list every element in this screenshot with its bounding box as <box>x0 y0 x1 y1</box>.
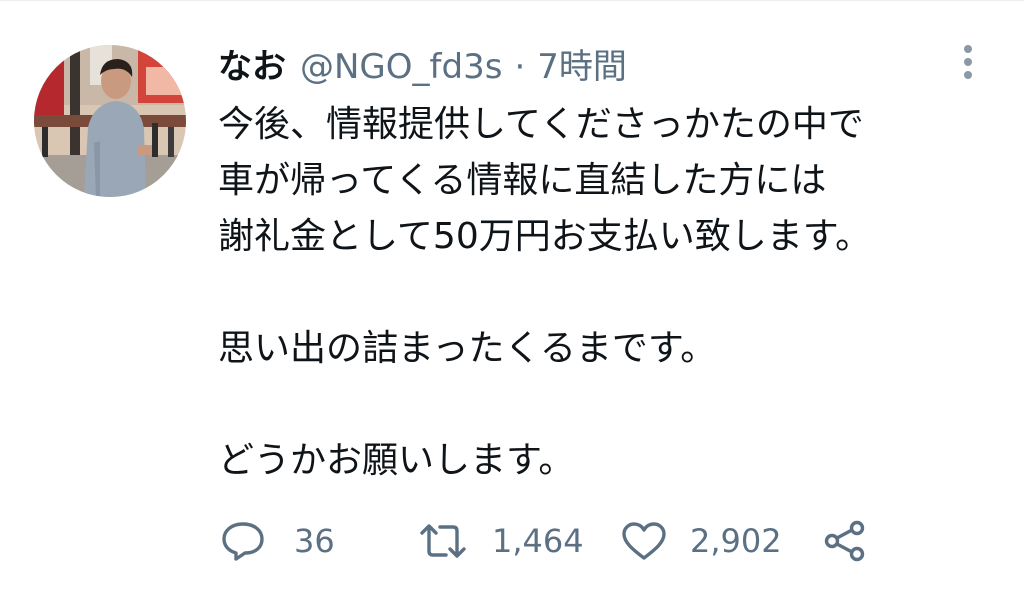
reply-icon <box>220 520 266 562</box>
like-button[interactable]: 2,902 <box>620 513 782 569</box>
tweet-text-line: 思い出の詰まったくるまです。 <box>218 328 717 369</box>
reply-button[interactable]: 36 <box>220 513 335 569</box>
tweet-text-line: 車が帰ってくる情報に直結した方には <box>218 160 827 201</box>
tweet-actions: 36 1,464 2,902 <box>220 513 920 569</box>
share-icon <box>822 519 868 563</box>
retweet-button[interactable]: 1,464 <box>418 513 584 569</box>
tweet-text-line: 今後、情報提供してくださっかたの中で <box>218 104 864 145</box>
tweet-text-line: 謝礼金として50万円お支払い致します。 <box>218 216 872 257</box>
retweet-icon <box>418 520 468 562</box>
tweet-header: なお @NGO_fd3s · 7時間 <box>218 39 627 95</box>
separator-dot: · <box>514 47 526 87</box>
display-name[interactable]: なお <box>218 39 286 95</box>
reply-count: 36 <box>294 522 335 560</box>
timestamp[interactable]: 7時間 <box>537 39 627 95</box>
user-handle[interactable]: @NGO_fd3s <box>300 39 502 95</box>
heart-icon <box>620 520 668 562</box>
retweet-count: 1,464 <box>492 522 584 560</box>
tweet-text-blank-line <box>218 377 998 433</box>
tweet-body: 今後、情報提供してくださっかたの中で 車が帰ってくる情報に直結した方には 謝礼金… <box>218 97 998 489</box>
tweet[interactable]: なお @NGO_fd3s · 7時間 今後、情報提供してくださっかたの中で 車が… <box>0 0 1024 589</box>
share-button[interactable] <box>822 513 868 569</box>
tweet-text-line: どうかお願いします。 <box>218 440 575 481</box>
tweet-text-blank-line <box>218 265 998 321</box>
more-vertical-icon[interactable] <box>956 43 980 83</box>
avatar-photo <box>34 45 186 197</box>
avatar[interactable] <box>34 45 186 197</box>
like-count: 2,902 <box>690 522 782 560</box>
